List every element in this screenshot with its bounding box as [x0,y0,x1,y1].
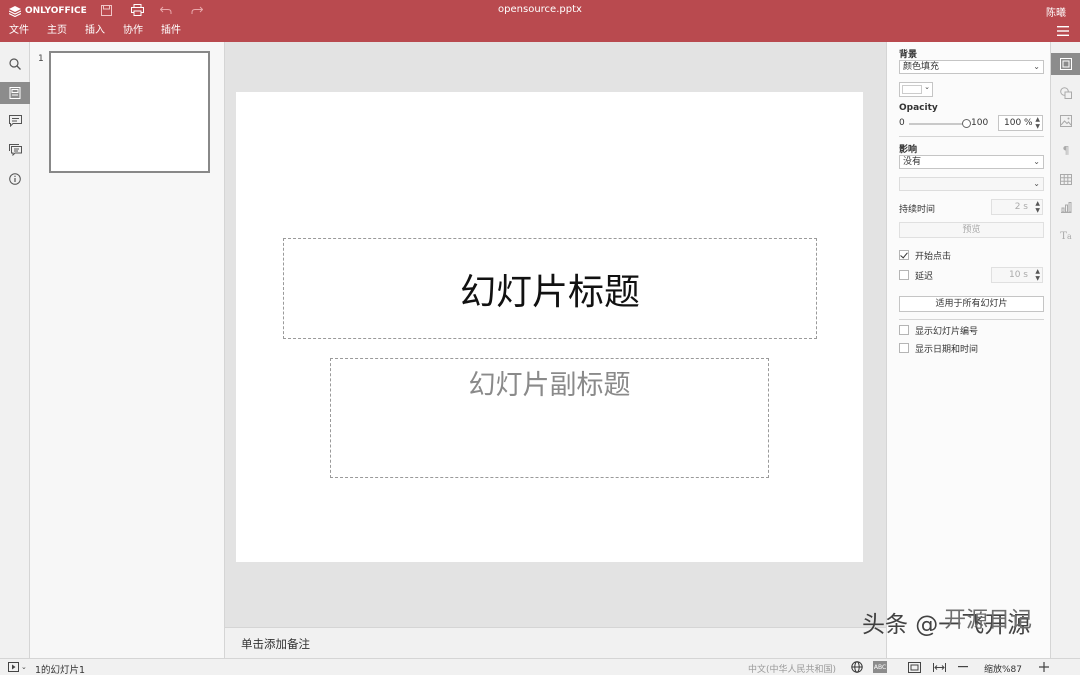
fit-slide-icon[interactable] [907,661,921,673]
effect-select[interactable]: 没有 ⌄ [899,155,1044,169]
slide-thumbnails: 1 [30,42,225,658]
preview-button[interactable]: 预览 [899,222,1044,238]
opacity-value-input[interactable]: 100 % ▲ ▼ [998,115,1043,131]
effect-label: 影响 [899,145,918,155]
watermark: 头条 @一飞开源 开源日记 [862,608,1032,638]
slide[interactable]: 幻灯片标题 幻灯片副标题 [236,92,863,562]
spinner-arrows-icon[interactable]: ▲ ▼ [1035,268,1040,282]
delay-input[interactable]: 10 s ▲ ▼ [991,267,1043,283]
slide-title-placeholder[interactable]: 幻灯片标题 [283,238,817,339]
chevron-down-icon[interactable]: ⌄ [21,663,27,671]
chevron-down-icon: ⌄ [924,83,930,91]
menu-file[interactable]: 文件 [9,24,29,38]
shape-settings-icon[interactable] [1051,82,1080,104]
thumbnail-number: 1 [38,54,44,64]
menu-collaborate[interactable]: 协作 [123,24,143,38]
globe-icon[interactable] [850,661,864,673]
duration-label: 持续时间 [899,205,936,215]
spellcheck-icon[interactable]: ABC [873,661,887,673]
spinner-arrows-icon[interactable]: ▲ ▼ [1035,116,1040,130]
delay-option[interactable]: 延迟 [899,269,933,282]
status-bar: ⌄ 1的幻灯片1 中文(中华人民共和国) ABC 缩放%87 [0,658,1080,675]
opacity-slider-handle[interactable] [962,119,971,128]
menu-insert[interactable]: 插入 [85,24,105,38]
show-date-time-option[interactable]: 显示日期和时间 [899,342,978,355]
show-date-time-checkbox[interactable] [899,343,909,353]
color-swatch [902,85,922,94]
comments-icon[interactable] [0,110,30,132]
paragraph-settings-icon[interactable]: ¶ [1051,139,1080,161]
document-title: opensource.pptx [498,4,582,15]
chart-settings-icon[interactable] [1051,196,1080,218]
user-name[interactable]: 陈曦 [1046,4,1066,19]
background-label: 背景 [899,50,918,60]
slide-counter: 1的幻灯片1 [35,665,86,675]
info-icon[interactable] [0,168,30,190]
slide-canvas: 幻灯片标题 幻灯片副标题 [225,42,886,627]
slideshow-button[interactable]: ⌄ [8,662,27,672]
divider [899,319,1044,320]
start-on-click-option[interactable]: 开始点击 [899,249,951,262]
right-toolbar: ¶ Ta [1050,42,1080,658]
chat-icon[interactable] [0,139,30,161]
show-slide-number-option[interactable]: 显示幻灯片编号 [899,324,978,337]
zoom-in-icon[interactable] [1037,661,1051,673]
opacity-label: Opacity [899,103,938,113]
slide-subtitle-placeholder[interactable]: 幻灯片副标题 [330,358,769,478]
delay-checkbox[interactable] [899,270,909,280]
fill-type-select[interactable]: 颜色填充 ⌄ [899,60,1044,74]
notes-area[interactable]: 单击添加备注 [225,627,886,658]
main-menu: 文件 主页 插入 协作 插件 [0,24,190,38]
slide-settings-panel: 背景 颜色填充 ⌄ ⌄ Opacity 0 100 100 % ▲ ▼ 影响 没有 ⌄ … [886,42,1050,658]
apply-to-all-slides-button[interactable]: 适用于所有幻灯片 [899,296,1044,312]
text-art-settings-icon[interactable]: Ta [1051,225,1080,247]
image-settings-icon[interactable] [1051,110,1080,132]
spinner-arrows-icon[interactable]: ▲ ▼ [1035,200,1040,214]
opacity-max-label: 100 [971,118,989,128]
notes-placeholder: 单击添加备注 [241,637,310,651]
opacity-slider-track[interactable] [909,123,967,125]
menu-home[interactable]: 主页 [47,24,67,38]
chevron-down-icon: ⌄ [1033,157,1040,166]
search-icon[interactable] [0,53,30,75]
fill-color-picker[interactable]: ⌄ [899,82,933,97]
divider [899,136,1044,137]
duration-input[interactable]: 2 s ▲ ▼ [991,199,1043,215]
zoom-out-icon[interactable] [956,661,970,673]
table-settings-icon[interactable] [1051,168,1080,190]
hamburger-menu-icon[interactable] [1057,26,1069,36]
start-on-click-checkbox[interactable] [899,250,909,260]
left-toolbar [0,42,30,658]
menu-plugins[interactable]: 插件 [161,24,181,38]
play-icon [8,662,19,672]
slide-settings-icon[interactable] [1051,53,1080,75]
slides-panel-icon[interactable] [0,82,30,104]
language-selector[interactable]: 中文(中华人民共和国) [748,662,836,675]
app-header: ONLYOFFICE opensource.pptx 陈曦 文件 主页 插入 协… [0,0,1080,42]
chevron-down-icon: ⌄ [1033,62,1040,71]
zoom-level: 缩放%87 [984,665,1023,675]
watermark-text-secondary: 开源日记 [944,608,1033,633]
effect-type-select[interactable]: ⌄ [899,177,1044,191]
opacity-min-label: 0 [899,118,905,128]
slide-thumbnail[interactable] [49,51,210,173]
fit-width-icon[interactable] [932,661,946,673]
show-slide-number-checkbox[interactable] [899,325,909,335]
chevron-down-icon: ⌄ [1033,179,1040,188]
